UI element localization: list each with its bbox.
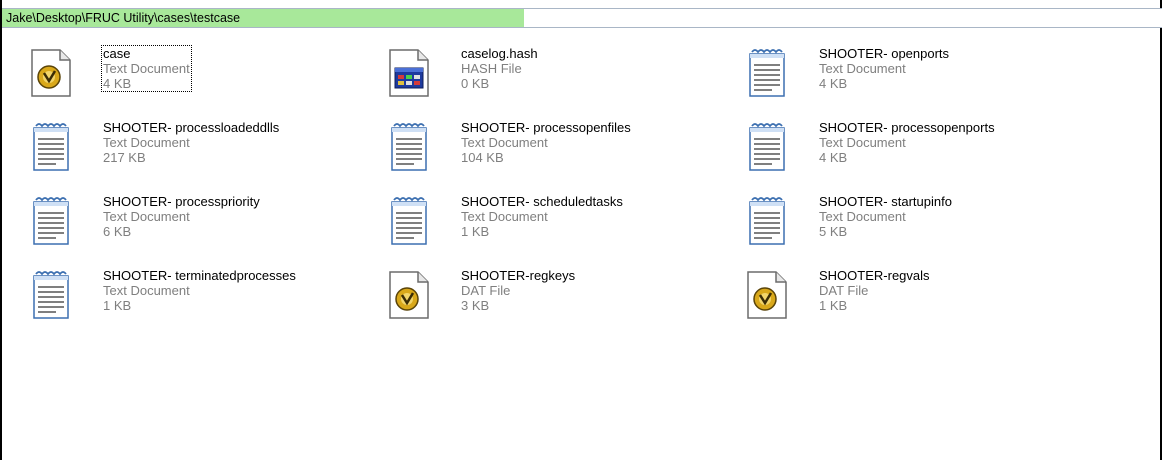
notepad-icon bbox=[24, 120, 76, 174]
file-label[interactable]: SHOOTER- terminatedprocesses Text Docume… bbox=[102, 268, 297, 313]
notepad-icon bbox=[740, 194, 792, 248]
file-item[interactable]: SHOOTER-regvals DAT File 1 KB bbox=[740, 268, 1080, 328]
file-name: SHOOTER- scheduledtasks bbox=[461, 194, 623, 209]
notepad-icon bbox=[740, 120, 792, 174]
file-label[interactable]: SHOOTER-regkeys DAT File 3 KB bbox=[460, 268, 576, 313]
file-size: 217 KB bbox=[103, 150, 146, 165]
file-name: SHOOTER- processopenfiles bbox=[461, 120, 631, 135]
file-size: 5 KB bbox=[819, 224, 848, 239]
file-item[interactable]: SHOOTER- scheduledtasks Text Document 1 … bbox=[382, 194, 722, 254]
file-size: 6 KB bbox=[103, 224, 132, 239]
file-name: caselog.hash bbox=[461, 46, 538, 61]
file-label[interactable]: SHOOTER- scheduledtasks Text Document 1 … bbox=[460, 194, 624, 239]
file-label[interactable]: SHOOTER- processpriority Text Document 6… bbox=[102, 194, 261, 239]
file-size: 1 KB bbox=[819, 298, 848, 313]
file-name: SHOOTER- startupinfo bbox=[819, 194, 952, 209]
notepad-icon bbox=[382, 120, 434, 174]
file-size: 4 KB bbox=[819, 150, 848, 165]
file-type: HASH File bbox=[461, 61, 522, 76]
file-size: 3 KB bbox=[461, 298, 490, 313]
file-name: SHOOTER- processopenports bbox=[819, 120, 995, 135]
file-item[interactable]: SHOOTER- startupinfo Text Document 5 KB bbox=[740, 194, 1080, 254]
file-type: Text Document bbox=[103, 209, 190, 224]
file-type: Text Document bbox=[461, 135, 548, 150]
file-type: DAT File bbox=[819, 283, 869, 298]
file-size: 4 KB bbox=[103, 76, 132, 91]
file-type: Text Document bbox=[103, 61, 190, 76]
file-size: 104 KB bbox=[461, 150, 504, 165]
file-type: Text Document bbox=[103, 135, 190, 150]
file-grid: case Text Document 4 KB caselog.hash HAS… bbox=[2, 0, 1162, 460]
ultraedit-icon bbox=[382, 268, 434, 322]
file-label[interactable]: SHOOTER- processloadeddlls Text Document… bbox=[102, 120, 280, 165]
file-label[interactable]: SHOOTER- processopenports Text Document … bbox=[818, 120, 996, 165]
file-type: DAT File bbox=[461, 283, 511, 298]
file-item[interactable]: SHOOTER- terminatedprocesses Text Docume… bbox=[24, 268, 364, 328]
file-item[interactable]: SHOOTER- processloadeddlls Text Document… bbox=[24, 120, 364, 180]
file-name: case bbox=[103, 46, 131, 61]
file-label[interactable]: caselog.hash HASH File 0 KB bbox=[460, 46, 539, 91]
file-size: 0 KB bbox=[461, 76, 490, 91]
file-type: Text Document bbox=[819, 135, 906, 150]
file-name: SHOOTER- processloadeddlls bbox=[103, 120, 280, 135]
hash-file-icon bbox=[382, 46, 434, 100]
file-type: Text Document bbox=[103, 283, 190, 298]
ultraedit-icon bbox=[740, 268, 792, 322]
file-label[interactable]: SHOOTER- startupinfo Text Document 5 KB bbox=[818, 194, 953, 239]
file-type: Text Document bbox=[461, 209, 548, 224]
file-size: 1 KB bbox=[461, 224, 490, 239]
file-label[interactable]: SHOOTER- processopenfiles Text Document … bbox=[460, 120, 632, 165]
file-item[interactable]: SHOOTER- openports Text Document 4 KB bbox=[740, 46, 1080, 106]
file-item[interactable]: SHOOTER- processpriority Text Document 6… bbox=[24, 194, 364, 254]
file-size: 1 KB bbox=[103, 298, 132, 313]
notepad-icon bbox=[24, 194, 76, 248]
file-name: SHOOTER- terminatedprocesses bbox=[103, 268, 296, 283]
file-label[interactable]: SHOOTER- openports Text Document 4 KB bbox=[818, 46, 950, 91]
file-item[interactable]: case Text Document 4 KB bbox=[24, 45, 364, 106]
notepad-icon bbox=[24, 268, 76, 322]
file-name: SHOOTER- processpriority bbox=[103, 194, 260, 209]
file-label[interactable]: SHOOTER-regvals DAT File 1 KB bbox=[818, 268, 931, 313]
file-name: SHOOTER-regkeys bbox=[461, 268, 576, 283]
explorer-window: Jake\Desktop\FRUC Utility\cases\testcase… bbox=[0, 0, 1162, 460]
file-label[interactable]: case Text Document 4 KB bbox=[101, 45, 192, 92]
notepad-icon bbox=[382, 194, 434, 248]
file-name: SHOOTER-regvals bbox=[819, 268, 930, 283]
file-type: Text Document bbox=[819, 61, 906, 76]
file-size: 4 KB bbox=[819, 76, 848, 91]
file-item[interactable]: SHOOTER- processopenports Text Document … bbox=[740, 120, 1080, 180]
file-item[interactable]: SHOOTER- processopenfiles Text Document … bbox=[382, 120, 722, 180]
file-item[interactable]: caselog.hash HASH File 0 KB bbox=[382, 46, 722, 106]
ultraedit-icon bbox=[24, 46, 76, 100]
file-name: SHOOTER- openports bbox=[819, 46, 950, 61]
file-type: Text Document bbox=[819, 209, 906, 224]
notepad-icon bbox=[740, 46, 792, 100]
file-item[interactable]: SHOOTER-regkeys DAT File 3 KB bbox=[382, 268, 722, 328]
